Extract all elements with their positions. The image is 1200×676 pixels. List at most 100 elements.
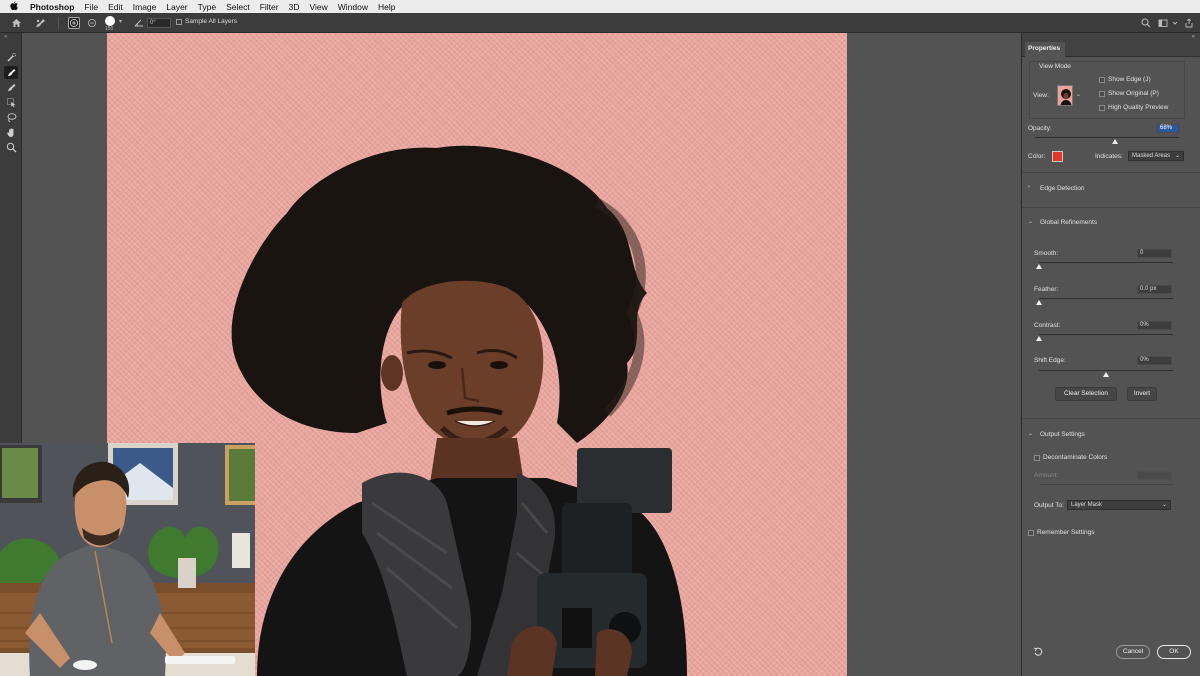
menu-layer[interactable]: Layer: [166, 2, 187, 12]
presenter-video-inset: [0, 443, 255, 676]
chevron-down-icon: ⌄: [1174, 153, 1180, 159]
show-edge-label: Show Edge (J): [1108, 76, 1151, 83]
output-to-dropdown[interactable]: Layer Mask ⌄: [1067, 500, 1171, 510]
presenter-scene: [0, 443, 255, 676]
view-mode-label: View Mode: [1039, 63, 1072, 70]
section-divider: [1022, 207, 1200, 208]
section-divider: [1022, 172, 1200, 173]
chevron-down-icon[interactable]: ⌄: [1028, 218, 1033, 225]
menu-image[interactable]: Image: [133, 2, 157, 12]
contrast-slider-track[interactable]: [1039, 334, 1173, 335]
lasso-tool-icon[interactable]: [4, 111, 18, 124]
smooth-slider-thumb[interactable]: [1036, 264, 1042, 269]
smooth-slider-track[interactable]: [1039, 262, 1173, 263]
sample-all-layers-label: Sample All Layers: [185, 18, 238, 25]
refine-edge-brush-tool-icon[interactable]: [4, 66, 18, 79]
view-label: View:: [1033, 92, 1049, 99]
high-quality-preview-checkbox[interactable]: [1099, 105, 1105, 111]
ok-button[interactable]: OK: [1157, 645, 1191, 659]
feather-slider-thumb[interactable]: [1036, 300, 1042, 305]
hand-tool-icon[interactable]: [4, 126, 18, 139]
divider: [58, 17, 59, 29]
opacity-slider-thumb[interactable]: [1112, 139, 1118, 144]
tab-properties[interactable]: Properties: [1025, 42, 1066, 57]
menu-type[interactable]: Type: [198, 2, 216, 12]
options-bar: 150 ▾ 0° Sample All Layers: [0, 13, 1200, 33]
brush-size-value: 150: [105, 26, 114, 32]
show-edge-checkbox[interactable]: [1099, 77, 1105, 83]
clear-selection-button[interactable]: Clear Selection: [1055, 387, 1117, 401]
indicates-label: Indicates:: [1095, 153, 1123, 160]
sample-all-layers-checkbox[interactable]: [176, 19, 182, 25]
show-original-checkbox[interactable]: [1099, 91, 1105, 97]
chevron-down-icon: ⌄: [1161, 502, 1167, 508]
high-quality-preview-label: High Quality Preview: [1108, 104, 1169, 111]
erase-refinements-icon[interactable]: [86, 17, 98, 29]
search-icon[interactable]: [1140, 17, 1151, 28]
remember-settings-checkbox[interactable]: [1028, 530, 1034, 536]
output-to-label: Output To:: [1034, 502, 1064, 509]
shift-edge-slider-track[interactable]: [1039, 370, 1173, 371]
opacity-label: Opacity:: [1028, 125, 1052, 132]
shift-edge-input[interactable]: 0%: [1137, 356, 1172, 365]
menu-app-name[interactable]: Photoshop: [30, 2, 74, 12]
chevron-right-icon[interactable]: ›: [1028, 184, 1030, 190]
brush-preview-dot[interactable]: [105, 16, 115, 26]
contrast-slider-thumb[interactable]: [1036, 336, 1042, 341]
home-icon[interactable]: [9, 16, 23, 30]
workspace-icon[interactable]: [1157, 17, 1168, 28]
object-selection-tool-icon[interactable]: [4, 96, 18, 109]
indicates-dropdown[interactable]: Masked Areas ⌄: [1128, 151, 1184, 161]
opacity-input[interactable]: 68%: [1157, 124, 1179, 133]
edge-detection-header[interactable]: Edge Detection: [1040, 185, 1084, 192]
decontaminate-colors-checkbox[interactable]: [1034, 455, 1040, 461]
amount-input: [1137, 471, 1172, 480]
decontaminate-colors-label: Decontaminate Colors: [1043, 454, 1108, 461]
chevron-down-icon[interactable]: ⌄: [1076, 91, 1081, 98]
reset-icon[interactable]: [1033, 647, 1043, 659]
chevron-down-icon[interactable]: ⌄: [1028, 430, 1033, 437]
feather-input[interactable]: 0.0 px: [1137, 285, 1172, 294]
overlay-color-swatch[interactable]: [1052, 151, 1063, 162]
output-to-value: Layer Mask: [1071, 502, 1103, 508]
angle-input[interactable]: 0°: [147, 18, 171, 28]
collapse-toolbox-icon[interactable]: »: [4, 34, 7, 40]
menu-window[interactable]: Window: [338, 2, 368, 12]
amount-slider-track: [1039, 484, 1173, 485]
brush-tool-icon[interactable]: [4, 81, 18, 94]
apple-icon[interactable]: [10, 1, 22, 12]
smooth-input[interactable]: 0: [1137, 249, 1172, 258]
refine-brush-preset-icon[interactable]: [33, 16, 47, 30]
section-divider: [1022, 418, 1200, 419]
shift-edge-slider-thumb[interactable]: [1103, 372, 1109, 377]
chevron-down-icon[interactable]: ▾: [119, 18, 122, 25]
menu-file[interactable]: File: [84, 2, 98, 12]
smooth-label: Smooth:: [1034, 250, 1059, 257]
menu-bar: Photoshop File Edit Image Layer Type Sel…: [0, 0, 1200, 13]
angle-icon: [134, 17, 144, 27]
menu-select[interactable]: Select: [226, 2, 250, 12]
invert-button[interactable]: Invert: [1127, 387, 1157, 401]
quick-selection-tool-icon[interactable]: [4, 51, 18, 64]
cancel-button[interactable]: Cancel: [1116, 645, 1150, 659]
view-mode-thumbnail[interactable]: [1057, 85, 1073, 106]
menu-filter[interactable]: Filter: [260, 2, 279, 12]
menu-3d[interactable]: 3D: [289, 2, 300, 12]
shift-edge-label: Shift Edge:: [1034, 357, 1066, 364]
global-refinements-header[interactable]: Global Refinements: [1040, 219, 1097, 226]
indicates-value: Masked Areas: [1132, 153, 1171, 159]
feather-slider-track[interactable]: [1039, 298, 1173, 299]
contrast-input[interactable]: 0%: [1137, 321, 1172, 330]
menu-edit[interactable]: Edit: [108, 2, 123, 12]
menu-view[interactable]: View: [309, 2, 327, 12]
zoom-tool-icon[interactable]: [4, 141, 18, 154]
share-icon[interactable]: [1183, 17, 1194, 28]
expand-detection-area-icon[interactable]: [68, 17, 80, 29]
collapse-panel-icon[interactable]: «: [1192, 34, 1195, 40]
contrast-label: Contrast:: [1034, 322, 1061, 329]
output-settings-header[interactable]: Output Settings: [1040, 431, 1085, 438]
menu-help[interactable]: Help: [378, 2, 395, 12]
properties-panel: « Properties View Mode View: ⌄ Show Edge…: [1021, 33, 1200, 676]
opacity-slider-track[interactable]: [1035, 137, 1179, 138]
chevron-down-icon[interactable]: [1169, 17, 1180, 28]
